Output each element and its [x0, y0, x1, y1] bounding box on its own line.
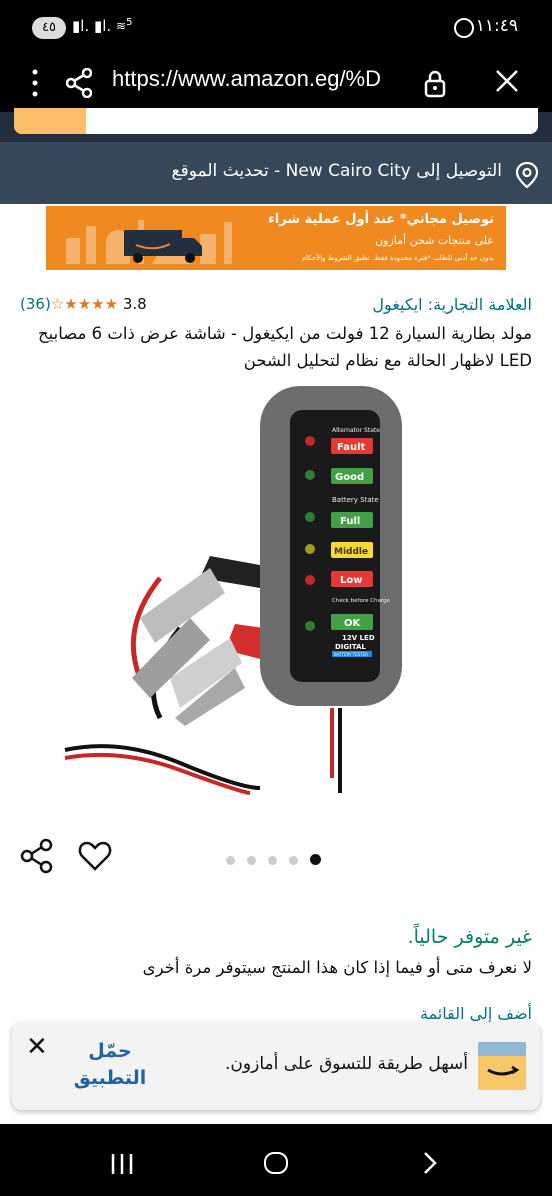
system-nav-bar — [0, 1124, 552, 1196]
delivery-location-bar[interactable]: التوصيل إلى New Cairo City - تحديث الموق… — [0, 142, 552, 204]
battery-indicator: ٤٥ — [32, 17, 66, 39]
brand-link[interactable]: العلامة التجارية: ايكيغول — [372, 295, 532, 314]
product-title: مولد بطارية السيارة 12 فولت من ايكيغول -… — [37, 324, 532, 370]
delivery-truck-icon — [124, 230, 202, 263]
check-label: Check before Charge — [332, 598, 390, 604]
back-chevron-icon[interactable] — [420, 1150, 440, 1176]
promo-banner[interactable]: توصيل مجاني* عند أول عملية شراء على منتج… — [46, 206, 506, 270]
signal-icon: ▮l. — [94, 17, 112, 35]
location-pin-icon — [515, 161, 539, 192]
rating-summary[interactable]: (36)☆★★★★ 3.8 — [20, 295, 147, 313]
battery-state-label: Battery State — [332, 496, 379, 504]
app-banner-message: أسهل طريقة للتسوق على أمازون. — [225, 1054, 468, 1074]
share-icon[interactable] — [20, 838, 54, 874]
tester-label: BATTERY TESTER — [334, 652, 368, 657]
search-input[interactable] — [14, 108, 538, 134]
ok-label: OK — [344, 618, 362, 629]
status-bar: ٤٥ ▮l. ▮l. ≋5 ١١:٤٩ — [0, 0, 552, 56]
availability-note: لا نعرف متى أو فيما إذا كان هذا المنتج س… — [142, 958, 532, 977]
app-download-banner[interactable]: ✕ حمّل التطبيق أسهل طريقة للتسوق على أما… — [12, 1022, 540, 1110]
star-rating-icon: ☆★★★★ — [50, 295, 119, 313]
middle-label: Middle — [334, 547, 368, 557]
fault-label: Fault — [337, 442, 366, 453]
wishlist-heart-icon[interactable] — [78, 840, 112, 872]
more-menu-icon[interactable] — [30, 68, 40, 98]
url-text[interactable]: https://www.amazon.eg/%D — [112, 66, 381, 92]
rating-value: 3.8 — [122, 295, 147, 313]
carousel-dot[interactable] — [247, 856, 256, 865]
carousel-dot[interactable] — [289, 856, 298, 865]
carousel-dot-active[interactable] — [310, 854, 321, 865]
promo-terms: بدون حد أدنى للطلب *فترة محدودة فقط. تطب… — [301, 254, 494, 262]
home-icon[interactable] — [264, 1152, 288, 1174]
search-button[interactable] — [14, 108, 86, 134]
get-app-button[interactable]: حمّل التطبيق — [70, 1038, 150, 1092]
close-icon[interactable] — [494, 68, 520, 98]
signal-icon: ▮l. — [72, 17, 90, 35]
wifi-icon: ≋5 — [116, 17, 133, 33]
low-label: Low — [340, 575, 362, 586]
digital-label: DIGITAL — [335, 643, 366, 651]
search-bar-strip — [0, 108, 552, 142]
close-icon[interactable]: ✕ — [26, 1032, 48, 1062]
product-image[interactable]: Alternator State Fault Good Battery Stat… — [60, 378, 500, 798]
add-to-list-link[interactable]: أضف إلى القائمة — [420, 1004, 532, 1023]
promo-subline: على منتجات شحن أمازون — [375, 234, 494, 247]
alternator-label: Alternator State — [332, 427, 380, 434]
clock: ١١:٤٩ — [475, 16, 518, 36]
carousel-dot[interactable] — [226, 856, 235, 865]
recents-icon[interactable] — [110, 1152, 134, 1176]
lock-icon[interactable] — [424, 70, 446, 102]
browser-url-bar: https://www.amazon.eg/%D — [0, 56, 552, 112]
carousel-dot[interactable] — [268, 856, 277, 865]
whatsapp-icon — [454, 18, 474, 38]
amazon-app-icon — [478, 1042, 526, 1090]
model-label: 12V LED — [342, 634, 375, 642]
delivery-location-text[interactable]: التوصيل إلى New Cairo City - تحديث الموق… — [172, 161, 502, 181]
image-carousel-dots[interactable] — [226, 850, 333, 869]
share-icon[interactable] — [65, 67, 93, 102]
full-label: Full — [340, 516, 360, 527]
rating-count[interactable]: (36) — [20, 295, 51, 313]
good-label: Good — [335, 472, 364, 483]
availability-status: غير متوفر حالياً. — [407, 926, 532, 948]
promo-headline: توصيل مجاني* عند أول عملية شراء — [268, 212, 494, 227]
